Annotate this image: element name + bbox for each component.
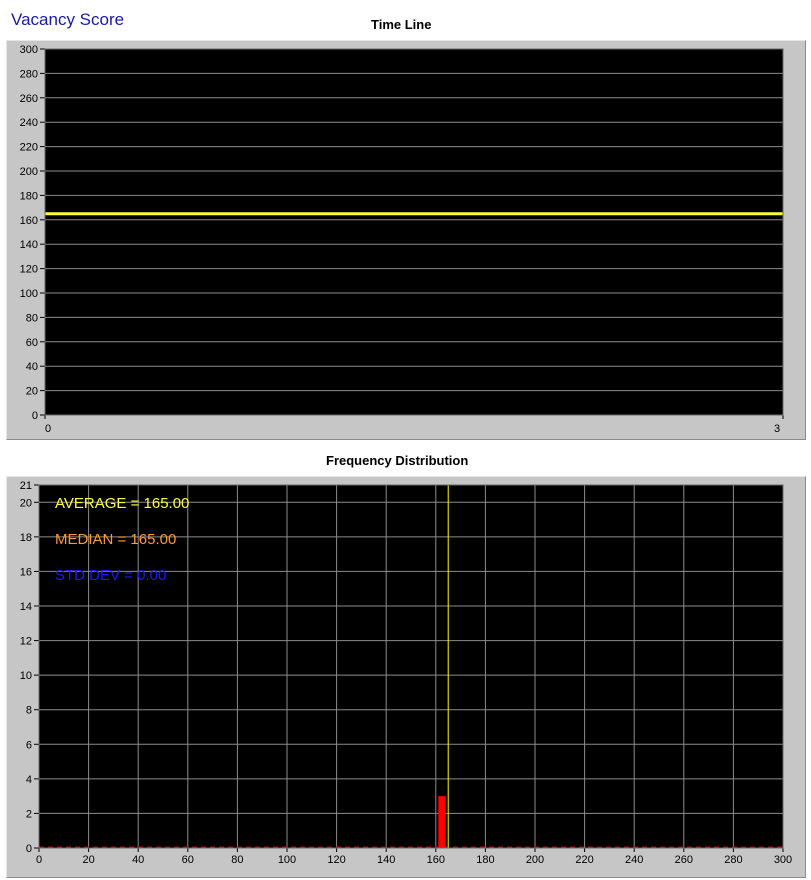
histogram-y-tick-label: 2 xyxy=(26,808,32,820)
std-dev-annotation: STD DEV = 0.00 xyxy=(55,567,166,584)
histogram-y-tick-label: 6 xyxy=(26,739,32,751)
histogram-y-tick-label: 8 xyxy=(26,705,32,717)
histogram-y-tick-label: 18 xyxy=(20,532,32,544)
histogram-y-tick-label: 10 xyxy=(20,670,32,682)
histogram-x-tick-label: 180 xyxy=(476,854,494,866)
histogram-y-tick-label: 0 xyxy=(26,843,32,855)
average-annotation: AVERAGE = 165.00 xyxy=(55,495,189,512)
histogram-x-tick-label: 140 xyxy=(377,854,395,866)
histogram-x-tick-label: 160 xyxy=(427,854,445,866)
histogram-x-tick-label: 20 xyxy=(82,854,94,866)
histogram-x-tick-label: 0 xyxy=(36,854,42,866)
histogram-x-tick-label: 80 xyxy=(231,854,243,866)
histogram-y-tick-label: 4 xyxy=(26,774,32,786)
histogram-x-tick-label: 40 xyxy=(132,854,144,866)
median-annotation: MEDIAN = 165.00 xyxy=(55,531,176,548)
frequency-histogram-chart: 0 2 4 6 8 10 12 14 16 18 20 21 0 20 40 60 80 100 120 140 160… xyxy=(20,480,792,866)
histogram-y-tick-label: 12 xyxy=(20,636,32,648)
histogram-x-tick-label: 260 xyxy=(675,854,693,866)
histogram-y-tick-label: 14 xyxy=(20,601,32,613)
histogram-x-tick-label: 200 xyxy=(526,854,544,866)
histogram-x-tick-label: 120 xyxy=(327,854,345,866)
histogram-x-tick-label: 300 xyxy=(774,854,792,866)
histogram-y-tick-label: 20 xyxy=(20,497,32,509)
histogram-x-tick-label: 220 xyxy=(575,854,593,866)
histogram-bar xyxy=(438,796,446,848)
histogram-x-tick-label: 60 xyxy=(182,854,194,866)
histogram-x-tick-label: 240 xyxy=(625,854,643,866)
histogram-y-tick-label: 16 xyxy=(20,566,32,578)
histogram-y-tick-label: 21 xyxy=(20,480,32,492)
histogram-x-tick-label: 280 xyxy=(724,854,742,866)
histogram-x-tick-label: 100 xyxy=(278,854,296,866)
